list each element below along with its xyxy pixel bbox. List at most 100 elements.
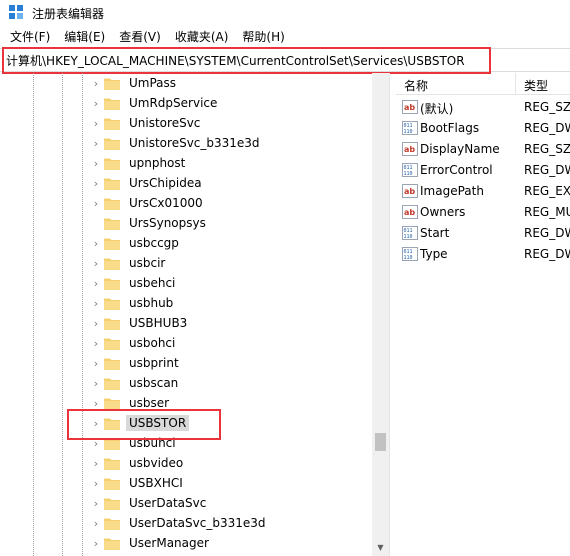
menu-help[interactable]: 帮助(H) — [235, 27, 291, 47]
menu-edit[interactable]: 编辑(E) — [57, 27, 112, 47]
value-type: REG_EXI — [524, 184, 570, 198]
value-row[interactable]: 011110ErrorControl REG_DW — [396, 160, 570, 181]
tree-item[interactable]: › UnistoreSvc_b331e3d — [90, 133, 263, 153]
tree-item[interactable]: › usbehci — [90, 273, 178, 293]
expand-chevron-icon[interactable]: › — [90, 113, 102, 133]
folder-icon — [104, 178, 120, 190]
string-value-icon: ab — [402, 142, 418, 156]
expand-chevron-icon[interactable]: › — [90, 93, 102, 113]
value-row[interactable]: 011110Type REG_DW — [396, 244, 570, 265]
expand-chevron-icon[interactable]: › — [90, 193, 102, 213]
tree-item[interactable]: › USBHUB3 — [90, 313, 190, 333]
value-type: REG_SZ — [524, 142, 570, 156]
value-row[interactable]: ab DisplayName REG_SZ — [396, 139, 570, 160]
tree-item[interactable]: › UmRdpService — [90, 93, 220, 113]
tree-item[interactable]: › usbscan — [90, 373, 181, 393]
folder-icon — [104, 78, 120, 90]
folder-icon — [104, 98, 120, 110]
expand-chevron-icon[interactable]: › — [90, 533, 102, 553]
tree-item[interactable]: › usbccgp — [90, 233, 182, 253]
binary-value-icon: 011110 — [402, 247, 418, 261]
tree-item-label: usbccgp — [129, 236, 179, 250]
folder-icon — [104, 338, 120, 350]
scroll-down-icon[interactable]: ▼ — [372, 539, 389, 556]
value-row[interactable]: ab (默认) REG_SZ — [396, 97, 570, 118]
tree-item[interactable]: › UserDataSvc — [90, 493, 209, 513]
value-name: ImagePath — [420, 184, 484, 198]
tree-item[interactable]: › usbohci — [90, 333, 178, 353]
expand-chevron-icon[interactable]: › — [90, 473, 102, 493]
expand-chevron-icon[interactable]: › — [90, 373, 102, 393]
value-type: REG_DW — [524, 163, 570, 177]
folder-icon — [104, 458, 120, 470]
value-type: REG_DW — [524, 247, 570, 261]
expand-chevron-icon[interactable]: › — [90, 513, 102, 533]
tree-item[interactable]: › usbcir — [90, 253, 168, 273]
column-separator[interactable] — [515, 73, 516, 95]
tree-item[interactable]: › usbhub — [90, 293, 176, 313]
menu-file[interactable]: 文件(F) — [0, 27, 57, 47]
folder-icon — [104, 198, 120, 210]
tree-item-label: usbvideo — [129, 456, 184, 470]
column-name-header[interactable]: 名称 — [404, 77, 428, 94]
svg-text:110: 110 — [404, 171, 413, 177]
tree-scroll-thumb[interactable] — [375, 433, 386, 451]
expand-chevron-icon[interactable]: › — [90, 493, 102, 513]
tree-item[interactable]: › usbprint — [90, 353, 182, 373]
svg-text:ab: ab — [404, 145, 415, 154]
folder-icon — [104, 298, 120, 310]
svg-text:110: 110 — [404, 129, 413, 135]
expand-chevron-icon[interactable]: › — [90, 173, 102, 193]
expand-chevron-icon[interactable]: › — [90, 273, 102, 293]
binary-value-icon: 011110 — [402, 226, 418, 240]
tree-item[interactable]: › upnphost — [90, 153, 188, 173]
value-row[interactable]: ab ImagePath REG_EXI — [396, 181, 570, 202]
tree-item-label: UserDataSvc_b331e3d — [129, 516, 266, 530]
tree-item-label: UnistoreSvc_b331e3d — [129, 136, 260, 150]
tree-item-label: UmRdpService — [129, 96, 218, 110]
tree-item[interactable]: › UrsCx01000 — [90, 193, 206, 213]
tree-guide-line — [62, 73, 63, 556]
menu-favorites[interactable]: 收藏夹(A) — [168, 27, 236, 47]
value-type: REG_SZ — [524, 100, 570, 114]
expand-chevron-icon[interactable]: › — [90, 73, 102, 93]
svg-text:ab: ab — [404, 208, 415, 217]
window-title: 注册表编辑器 — [32, 7, 105, 21]
expand-chevron-icon[interactable]: › — [90, 253, 102, 273]
tree-item-label: usbprint — [129, 356, 179, 370]
tree-item[interactable]: › UserDataSvc_b331e3d — [90, 513, 268, 533]
tree-item[interactable]: › UmPass — [90, 73, 179, 93]
tree-item[interactable]: UrsSynopsys — [90, 213, 209, 233]
expand-chevron-icon[interactable]: › — [90, 313, 102, 333]
value-name: Owners — [420, 205, 466, 219]
svg-text:110: 110 — [404, 234, 413, 240]
folder-icon — [104, 218, 120, 230]
tree-item-label: USBHUB3 — [129, 316, 188, 330]
expand-chevron-icon[interactable]: › — [90, 293, 102, 313]
folder-icon — [104, 498, 120, 510]
string-value-icon: ab — [402, 100, 418, 114]
tree-item[interactable]: › USBXHCI — [90, 473, 186, 493]
tree-item[interactable]: › usbvideo — [90, 453, 186, 473]
tree-item[interactable]: › UrsChipidea — [90, 173, 205, 193]
value-row[interactable]: 011110BootFlags REG_DW — [396, 118, 570, 139]
tree-item[interactable]: › UnistoreSvc — [90, 113, 203, 133]
expand-chevron-icon[interactable]: › — [90, 133, 102, 153]
tree-scrollbar[interactable]: ▼ — [372, 73, 389, 556]
folder-icon — [104, 518, 120, 530]
expand-chevron-icon[interactable]: › — [90, 453, 102, 473]
tree-item-label: UnistoreSvc — [129, 116, 201, 130]
expand-chevron-icon[interactable]: › — [90, 333, 102, 353]
value-row[interactable]: ab Owners REG_MU — [396, 202, 570, 223]
menu-view[interactable]: 查看(V) — [112, 27, 168, 47]
column-type-header[interactable]: 类型 — [524, 77, 548, 94]
expand-chevron-icon[interactable]: › — [90, 233, 102, 253]
folder-icon — [104, 258, 120, 270]
usbstor-highlight — [67, 409, 221, 440]
value-row[interactable]: 011110Start REG_DW — [396, 223, 570, 244]
menu-bar: 文件(F) 编辑(E) 查看(V) 收藏夹(A) 帮助(H) — [0, 27, 570, 47]
expand-chevron-icon — [90, 213, 102, 233]
tree-item[interactable]: › UserManager — [90, 533, 212, 553]
expand-chevron-icon[interactable]: › — [90, 353, 102, 373]
expand-chevron-icon[interactable]: › — [90, 153, 102, 173]
